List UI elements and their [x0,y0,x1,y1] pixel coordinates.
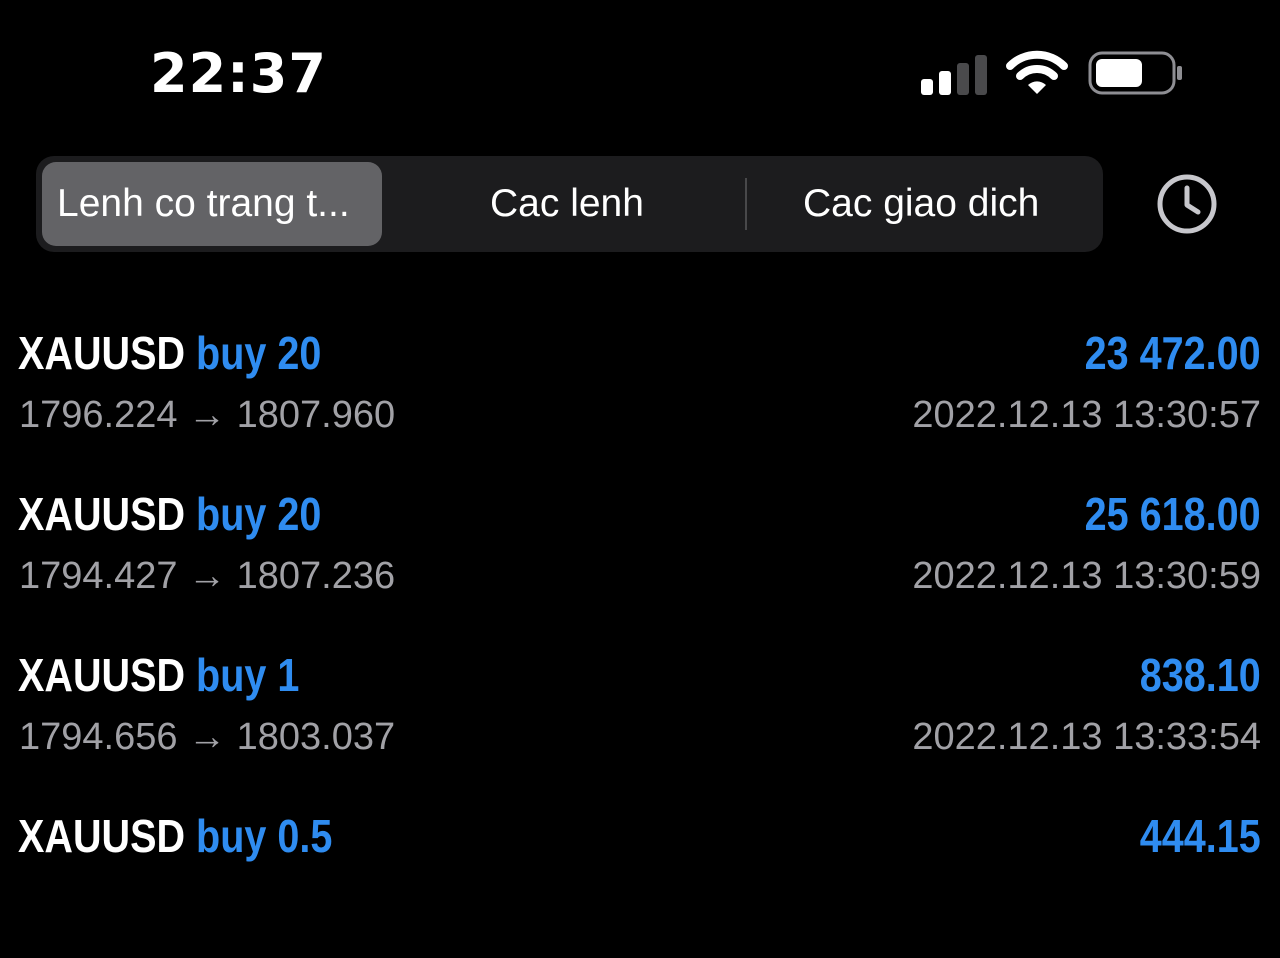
trade-direction: buy 20 [196,327,322,379]
trade-profit: 444.15 [1139,810,1261,862]
status-bar-time: 22:37 [150,42,327,105]
trade-row[interactable]: XAUUSD buy 0.5 444.15 [0,808,1280,958]
tab-orders[interactable]: Cac lenh [386,162,741,246]
trade-symbol-line: XAUUSD buy 20 [18,325,321,381]
trade-profit: 25 618.00 [1084,488,1261,540]
trade-time: 2022.12.13 13:30:59 [912,555,1261,597]
trade-symbol: XAUUSD [18,810,186,862]
trade-direction: buy 20 [196,488,322,540]
trade-prices: 1794.656 → 1803.037 [19,716,396,758]
trade-direction: buy 0.5 [196,810,333,862]
trade-profit: 838.10 [1139,649,1261,701]
trade-symbol: XAUUSD [18,488,186,540]
clock-icon[interactable] [1156,173,1218,235]
trade-time: 2022.12.13 13:33:54 [912,716,1261,758]
trade-row[interactable]: XAUUSD buy 20 1794.427 → 1807.236 25 618… [0,486,1280,636]
trade-symbol: XAUUSD [18,649,186,701]
tab-orders-label: Cac lenh [490,182,644,225]
trade-time: 2022.12.13 13:30:57 [912,394,1261,436]
tab-positions[interactable]: Lenh co trang t... [42,162,382,246]
tab-bar: Lenh co trang t... Cac lenh Cac giao dic… [36,156,1103,252]
wifi-icon [1006,50,1068,94]
trade-prices: 1796.224 → 1807.960 [19,394,396,436]
tab-positions-label: Lenh co trang t... [57,182,350,225]
tab-divider [745,178,747,230]
tab-deals[interactable]: Cac giao dich [749,162,1097,246]
trade-symbol-line: XAUUSD buy 0.5 [18,808,332,864]
cellular-signal-icon [921,53,989,95]
trade-direction: buy 1 [196,649,300,701]
trade-profit: 23 472.00 [1084,327,1261,379]
trade-symbol-line: XAUUSD buy 20 [18,486,321,542]
trade-symbol-line: XAUUSD buy 1 [18,647,299,703]
trade-prices: 1794.427 → 1807.236 [19,555,396,597]
trade-row[interactable]: XAUUSD buy 20 1796.224 → 1807.960 23 472… [0,325,1280,475]
trade-row[interactable]: XAUUSD buy 1 1794.656 → 1803.037 838.10 … [0,647,1280,797]
battery-icon [1088,51,1182,95]
trade-symbol: XAUUSD [18,327,186,379]
tab-deals-label: Cac giao dich [803,182,1040,225]
